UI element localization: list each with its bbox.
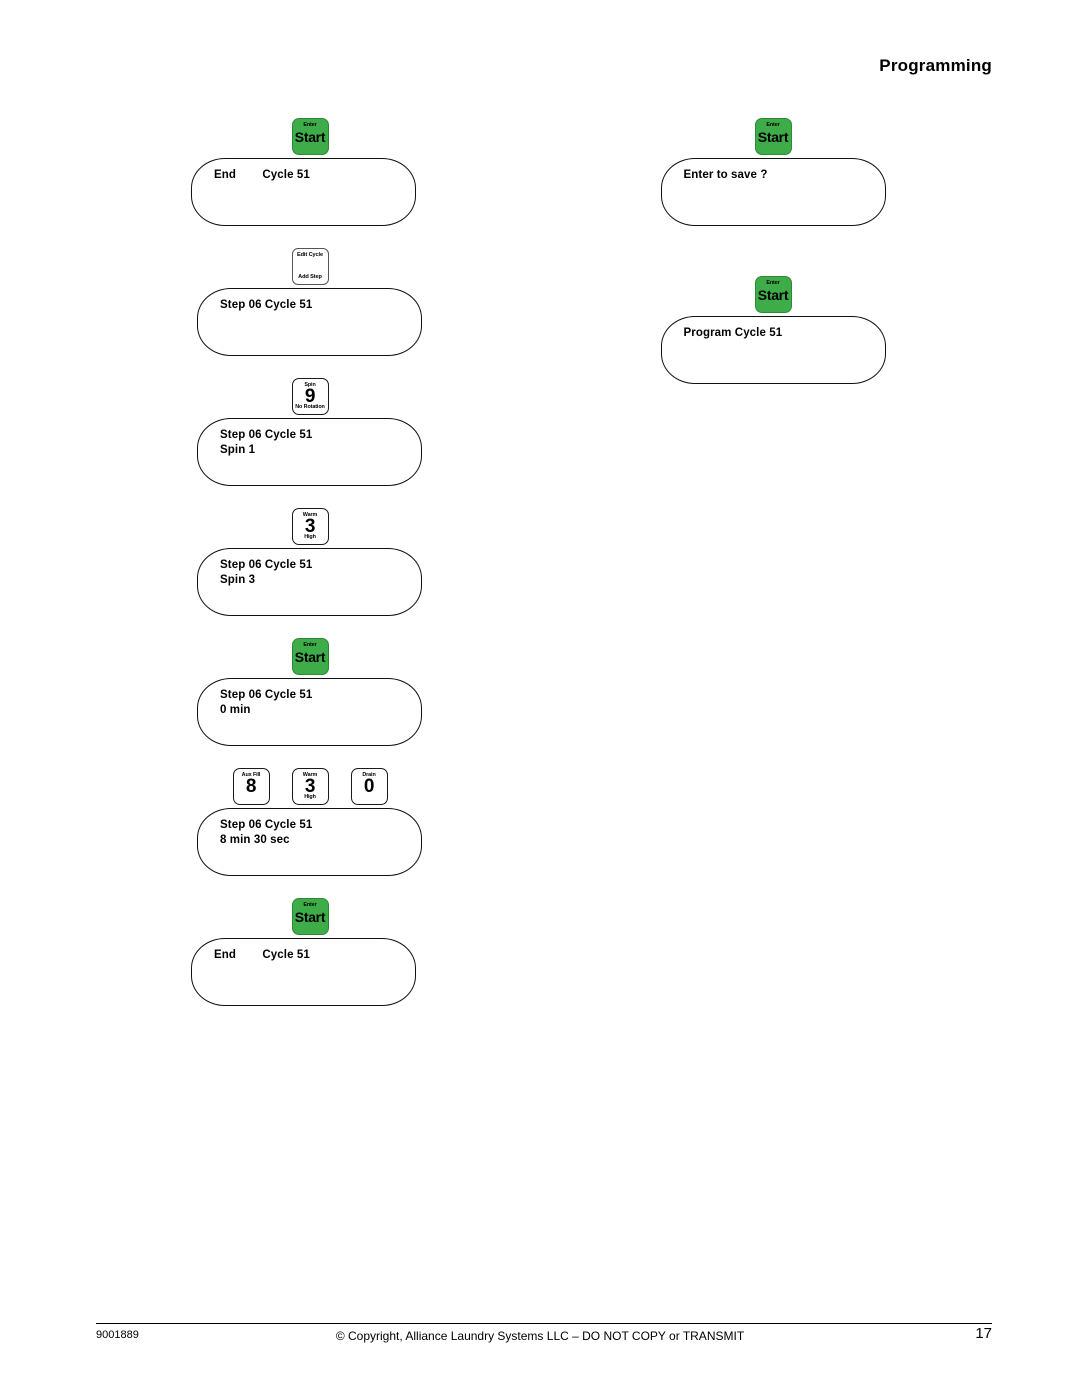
key-main-label: Start [294, 128, 326, 145]
flow-gap [185, 226, 435, 248]
keypad-row: Spin 9 No Rotation [185, 378, 435, 415]
keypad-key-start[interactable]: Enter Start [754, 276, 792, 313]
lcd-display-line: Step 06 Cycle 51 [220, 689, 313, 701]
flow-gap [185, 356, 435, 378]
key-top-label: Drain [362, 771, 376, 778]
key-top-label: Warm [302, 771, 318, 778]
keypad-key-zero-drain[interactable]: Drain 0 [350, 768, 388, 805]
keypad-key-nine-spin[interactable]: Spin 9 No Rotation [291, 378, 329, 415]
keypad-key-edit-cycle[interactable]: Edit Cycle Add Step [291, 248, 329, 285]
keypad-row: Edit Cycle Add Step [185, 248, 435, 285]
lcd-display-left-5: Step 06 Cycle 51 0 min [197, 678, 422, 746]
key-bottom-label: High [304, 794, 316, 801]
key-bottom-label: No Rotation [295, 404, 325, 411]
key-bottom-label: Add Step [298, 273, 322, 280]
flow-gap [185, 1006, 435, 1028]
key-top-label: Aux Fill [241, 771, 261, 778]
keypad-key-start[interactable]: Enter Start [291, 638, 329, 675]
flow-gap [648, 384, 898, 406]
key-top-label: Enter [303, 902, 317, 908]
key-main-label: Start [294, 648, 326, 665]
footer-divider [96, 1323, 992, 1324]
keypad-row: Aux Fill 8 Warm 3 High Drain 0 [185, 768, 435, 805]
key-main-label: 8 [245, 776, 257, 797]
page-footer: 9001889 © Copyright, Alliance Laundry Sy… [0, 1323, 1080, 1345]
keypad-key-three-warm[interactable]: Warm 3 High [291, 768, 329, 805]
key-main-label: Start [294, 908, 326, 925]
flowchart-right-column: Enter Start Enter to save ? Enter Start Progr… [648, 118, 898, 434]
key-main-label: 0 [363, 776, 375, 797]
lcd-display-left-2: Step 06 Cycle 51 [197, 288, 422, 356]
lcd-display-left-6: Step 06 Cycle 51 8 min 30 sec [197, 808, 422, 876]
key-top-label: Enter [303, 642, 317, 648]
flowchart-left-column: Enter Start End Cycle 51 Edit Cycle Add Step… [185, 118, 435, 1028]
lcd-display-line: Spin 1 [220, 443, 256, 456]
key-main-label: Start [757, 128, 789, 145]
lcd-display-line: Step 06 Cycle 51 [220, 299, 313, 311]
lcd-display-right-1: Enter to save ? [660, 158, 886, 226]
keypad-row: Enter Start [648, 276, 898, 313]
lcd-display-left-3: Step 06 Cycle 51 Spin 1 [197, 418, 422, 486]
lcd-display-line: End Cycle 51 [214, 949, 310, 961]
footer-page-number: 17 [975, 1325, 992, 1342]
key-top-label: Edit Cycle [296, 251, 324, 258]
lcd-display-line: 0 min [220, 703, 251, 716]
keypad-row: Enter Start [185, 638, 435, 675]
keypad-key-start[interactable]: Enter Start [754, 118, 792, 155]
lcd-display-left-4: Step 06 Cycle 51 Spin 3 [197, 548, 422, 616]
lcd-display-line: Step 06 Cycle 51 [220, 559, 313, 571]
key-top-label: Spin [304, 381, 316, 388]
keypad-row: Enter Start [185, 898, 435, 935]
keypad-key-eight-aux-fill[interactable]: Aux Fill 8 [232, 768, 270, 805]
page-title: Programming [879, 56, 992, 75]
key-bottom-label: High [304, 534, 316, 541]
lcd-display-line: Step 06 Cycle 51 [220, 819, 313, 831]
keypad-row: Warm 3 High [185, 508, 435, 545]
flow-gap [185, 616, 435, 638]
keypad-key-start[interactable]: Enter Start [291, 118, 329, 155]
lcd-display-line: Enter to save ? [683, 169, 768, 181]
key-top-label: Warm [302, 511, 318, 518]
lcd-display-line: Program Cycle 51 [683, 327, 783, 339]
key-top-label: Enter [766, 280, 780, 286]
flow-gap [648, 406, 898, 434]
flow-gap [648, 226, 898, 248]
lcd-display-left-1: End Cycle 51 [191, 158, 416, 226]
key-top-label: Enter [766, 122, 780, 128]
keypad-row: Enter Start [648, 118, 898, 155]
flow-gap [185, 746, 435, 768]
keypad-key-start[interactable]: Enter Start [291, 898, 329, 935]
lcd-display-line: End Cycle 51 [214, 169, 310, 181]
keypad-key-three-warm[interactable]: Warm 3 High [291, 508, 329, 545]
lcd-display-line: Spin 3 [220, 573, 256, 586]
keypad-row: Enter Start [185, 118, 435, 155]
lcd-display-left-7: End Cycle 51 [191, 938, 416, 1006]
footer-copyright: © Copyright, Alliance Laundry Systems LL… [335, 1329, 745, 1343]
flow-gap [185, 876, 435, 898]
lcd-display-line: 8 min 30 sec [220, 833, 290, 846]
flow-gap [185, 486, 435, 508]
flow-gap [648, 248, 898, 276]
key-top-label: Enter [303, 122, 317, 128]
lcd-display-line: Step 06 Cycle 51 [220, 429, 313, 441]
key-main-label: Start [757, 286, 789, 303]
lcd-display-right-2: Program Cycle 51 [660, 316, 886, 384]
